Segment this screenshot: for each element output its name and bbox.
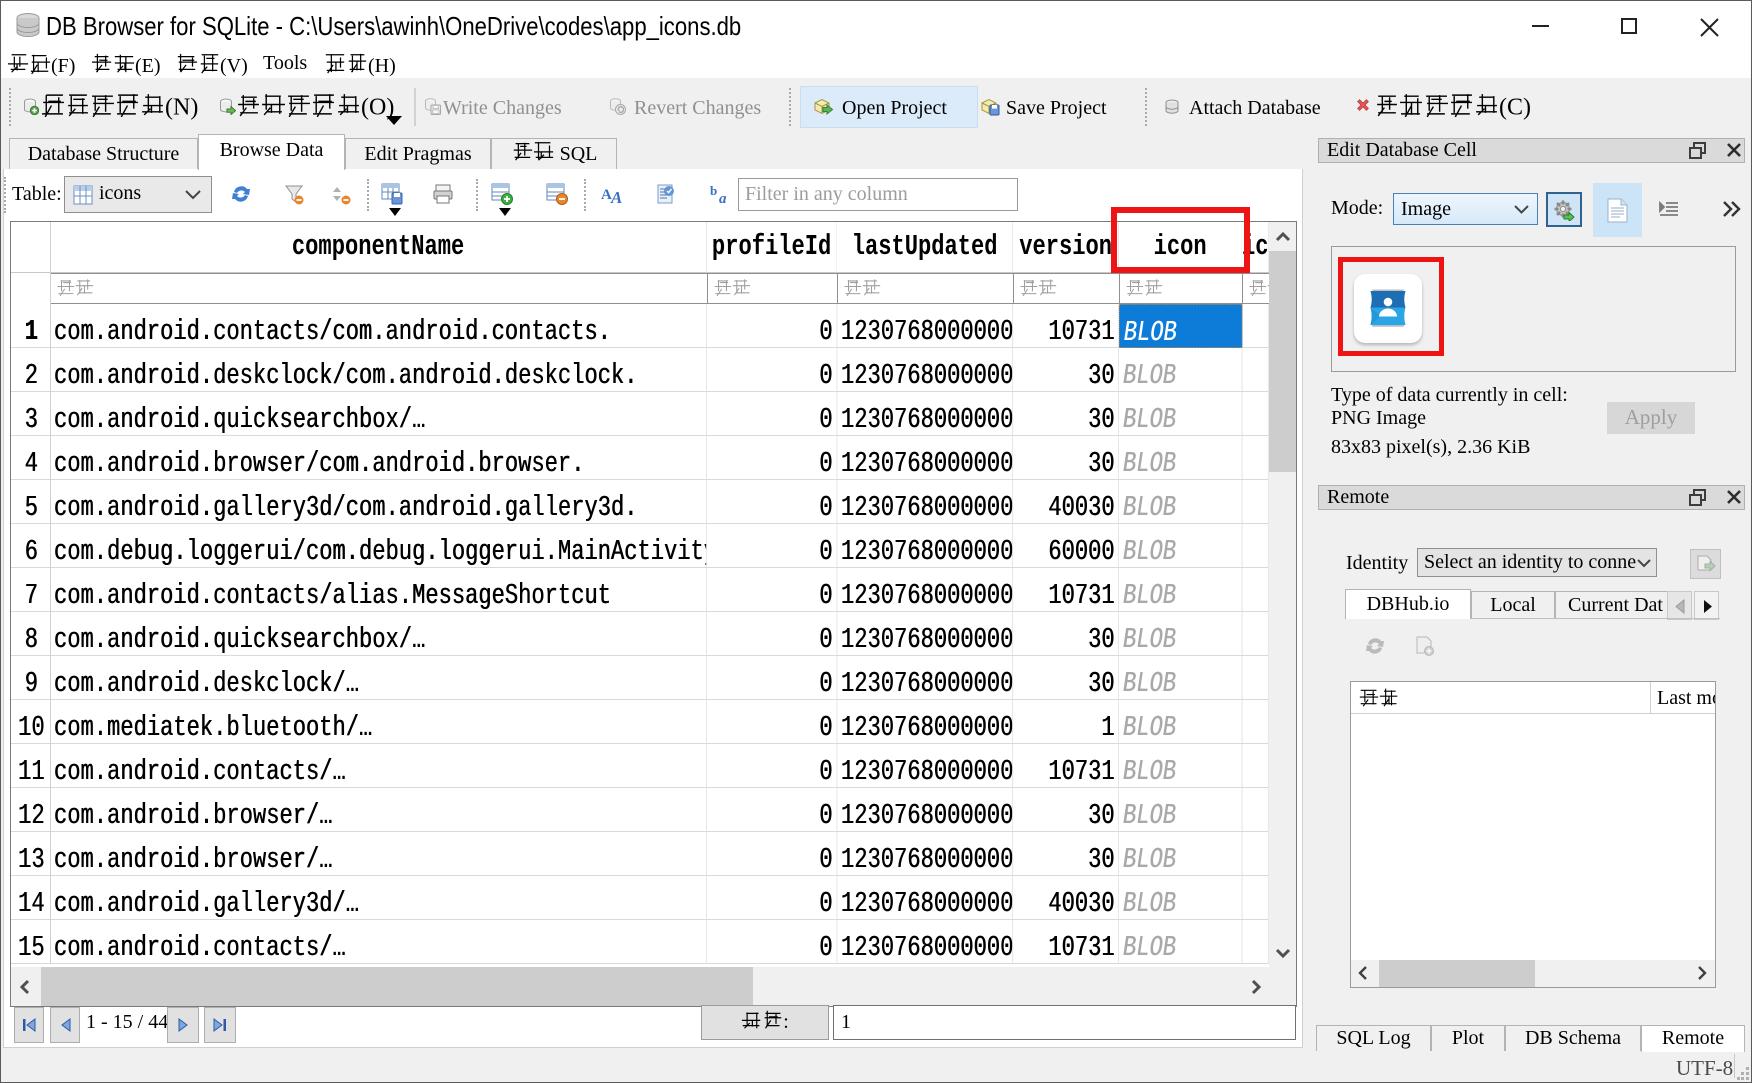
svg-text:A: A (610, 188, 622, 205)
svg-text:b: b (710, 183, 717, 198)
svg-text:a: a (719, 191, 727, 205)
